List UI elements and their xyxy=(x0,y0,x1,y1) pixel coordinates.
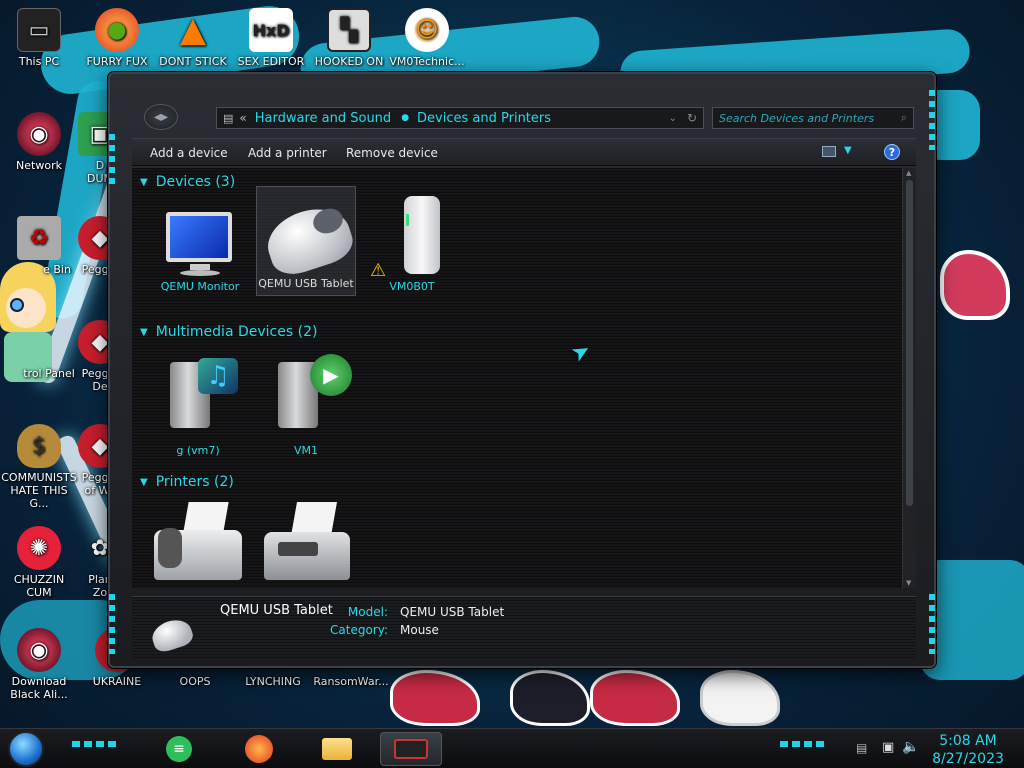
devices-icon xyxy=(394,739,428,759)
device-g-vm7[interactable]: ♫ g (vm7) xyxy=(150,350,246,457)
remove-device-button[interactable]: Remove device xyxy=(346,146,438,160)
details-device-name: QEMU USB Tablet xyxy=(220,603,333,618)
warning-icon: ⚠ xyxy=(370,260,387,281)
add-device-button[interactable]: Add a device xyxy=(150,146,228,160)
group-header-multimedia-devices[interactable]: ▼ Multimedia Devices (2) xyxy=(140,324,317,340)
clock-time: 5:08 AM xyxy=(939,733,997,749)
doctor-icon: ☺ xyxy=(405,8,449,52)
clock-date: 8/27/2023 xyxy=(932,751,1004,767)
details-category-label: Category: xyxy=(330,623,388,637)
scroll-down-icon[interactable]: ▼ xyxy=(906,579,911,587)
device-vm1[interactable]: ▶ VM1 xyxy=(258,350,354,457)
details-pane: QEMU USB Tablet Model: QEMU USB Tablet C… xyxy=(132,596,916,658)
taskbar-app-file-explorer[interactable] xyxy=(310,732,364,766)
window-frame-accent-bottom-left xyxy=(109,594,115,654)
devices-folder-icon: ▤ xyxy=(223,111,234,125)
group-header-devices[interactable]: ▼ Devices (3) xyxy=(140,174,235,190)
navigation-bar: ◂▸ ▤ « Hardware and Sound ● Devices and … xyxy=(132,100,916,134)
mouse-pointer-icon: ➤ xyxy=(566,337,596,368)
group-header-printers[interactable]: ▼ Printers (2) xyxy=(140,474,234,490)
taskbar-app-firefox[interactable] xyxy=(232,732,286,766)
refresh-icon[interactable]: ↻ xyxy=(687,111,697,125)
computer-icon: ▭ xyxy=(17,8,61,52)
desktop-icon-sex-editor[interactable]: HxD SEX EDITOR xyxy=(232,8,310,68)
maze-icon: ▚ xyxy=(327,8,371,52)
scroll-up-icon[interactable]: ▲ xyxy=(906,169,911,177)
action-center-icon[interactable]: ▤ xyxy=(856,741,867,755)
vlc-cone-icon: ▲ xyxy=(179,9,207,50)
collapse-group-icon[interactable]: ▼ xyxy=(140,477,148,488)
details-category-value: Mouse xyxy=(400,623,439,637)
taskbar-decoration-left xyxy=(72,741,118,747)
back-forward-button[interactable]: ◂▸ xyxy=(144,104,178,130)
clock[interactable]: 5:08 AM 8/27/2023 xyxy=(920,732,1016,768)
network-status-icon[interactable]: ▣ xyxy=(882,740,894,755)
chuzzle-icon: ✺ xyxy=(17,526,61,570)
add-printer-button[interactable]: Add a printer xyxy=(248,146,327,160)
folder-icon xyxy=(322,738,352,760)
devices-and-printers-window: ◂▸ ▤ « Hardware and Sound ● Devices and … xyxy=(108,72,936,668)
address-bar[interactable]: ▤ « Hardware and Sound ● Devices and Pri… xyxy=(216,107,704,129)
media-player-icon: ▶ xyxy=(258,350,354,444)
desktop-icon-black-alien[interactable]: ◉ Download Black Ali... xyxy=(0,628,78,701)
start-button[interactable] xyxy=(8,731,44,767)
change-view-icon[interactable] xyxy=(822,146,836,157)
chevron-down-icon[interactable]: ⌄ xyxy=(669,113,677,124)
window-frame-accent-right xyxy=(929,90,935,150)
firefox-icon: ● xyxy=(95,8,139,52)
taskbar-decoration-right xyxy=(780,741,826,747)
fax-icon xyxy=(148,502,244,582)
device-qemu-usb-tablet[interactable]: QEMU USB Tablet xyxy=(256,186,358,296)
device-qemu-monitor[interactable]: QEMU Monitor xyxy=(152,200,248,293)
desktop-icon-vm0technic[interactable]: ☺ VM0Technic... xyxy=(388,8,466,68)
selected-mouse-icon xyxy=(148,615,196,655)
system-tray: ▤ ▣ 🔈 5:08 AM 8/27/2023 xyxy=(856,729,1016,768)
external-drive-icon: ⚠ xyxy=(364,186,460,281)
notes-icon: ≡ xyxy=(166,736,192,762)
search-input[interactable]: Search Devices and Printers ⌕ xyxy=(712,107,914,129)
details-model-value: QEMU USB Tablet xyxy=(400,605,505,619)
recycle-bin-icon: ♻ xyxy=(17,216,61,260)
taskbar-app-notes[interactable]: ≡ xyxy=(152,732,206,766)
search-placeholder: Search Devices and Printers xyxy=(719,112,875,125)
breadcrumb-separator-icon: ● xyxy=(401,113,410,123)
vertical-scrollbar[interactable]: ▲ ▼ xyxy=(902,168,916,588)
desktop-icon-hooked-on[interactable]: ▚ HOOKED ON xyxy=(310,8,388,68)
alien-icon: ◉ xyxy=(17,628,61,672)
taskbar-app-devices[interactable] xyxy=(380,732,442,766)
desktop-icon-dont-stick[interactable]: ▲ DONT STICK xyxy=(154,8,232,69)
desktop-icon-furry-fux[interactable]: ● FURRY FUX xyxy=(78,8,156,68)
collapse-group-icon[interactable]: ▼ xyxy=(140,327,148,338)
monitor-icon xyxy=(152,200,248,280)
device-printer[interactable] xyxy=(256,502,352,582)
firefox-icon xyxy=(245,735,273,763)
device-list: ▼ Devices (3) QEMU Monitor QEMU USB Tabl… xyxy=(132,168,904,588)
collapse-group-icon[interactable]: ▼ xyxy=(140,177,148,188)
details-model-label: Model: xyxy=(347,605,388,619)
printer-icon xyxy=(256,502,352,582)
volume-icon[interactable]: 🔈 xyxy=(902,739,919,755)
breadcrumb-devices-and-printers[interactable]: Devices and Printers xyxy=(417,111,551,126)
device-vm0b0t[interactable]: ⚠ VM0B0T xyxy=(364,186,460,293)
taskbar: ≡ ▤ ▣ 🔈 5:08 AM 8/27/2023 xyxy=(0,728,1024,768)
scrollbar-thumb[interactable] xyxy=(906,180,913,506)
command-bar: Add a device Add a printer Remove device… xyxy=(132,138,916,166)
money-bag-icon: $ xyxy=(17,424,61,468)
search-icon[interactable]: ⌕ xyxy=(901,111,907,125)
desktop-icon-this-pc[interactable]: ▭ This PC xyxy=(0,8,78,68)
breadcrumb-hardware-and-sound[interactable]: Hardware and Sound xyxy=(255,111,391,126)
media-server-icon: ♫ xyxy=(150,350,246,444)
hex-editor-icon: HxD xyxy=(249,8,293,52)
network-icon: ◉ xyxy=(17,112,61,156)
mouse-icon xyxy=(257,187,358,281)
window-frame-accent-left xyxy=(109,134,115,184)
help-icon[interactable]: ? xyxy=(884,144,900,160)
breadcrumb-overflow[interactable]: « xyxy=(239,111,246,125)
view-options-dropdown-icon[interactable]: ▼ xyxy=(844,145,852,156)
device-fax[interactable] xyxy=(148,502,244,582)
window-frame-accent-bottom-right xyxy=(929,594,935,654)
